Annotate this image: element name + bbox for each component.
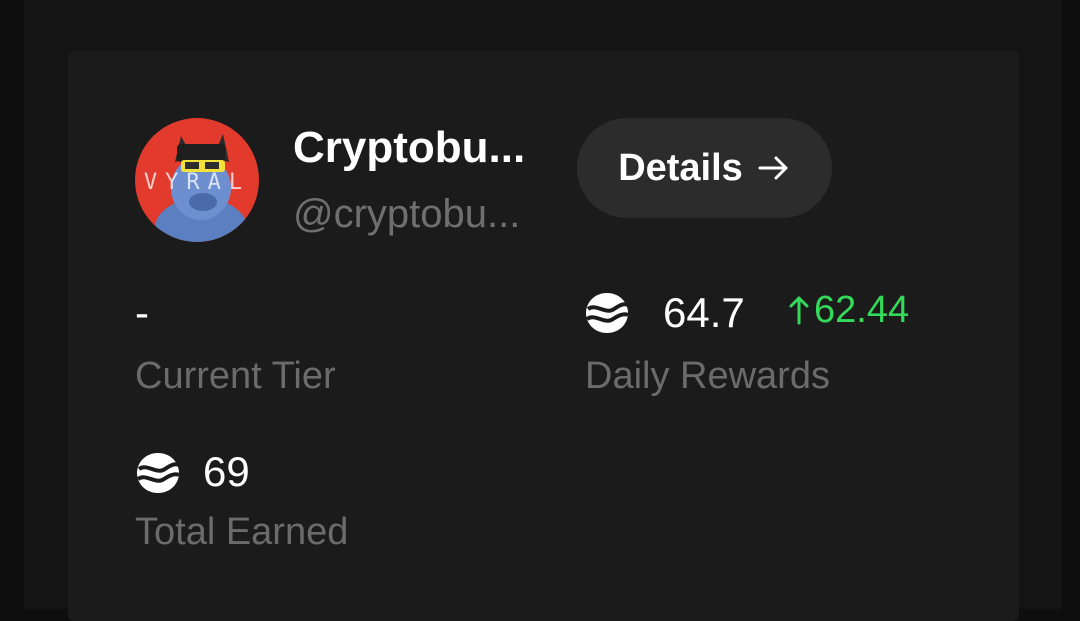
details-button-label: Details	[618, 146, 743, 189]
total-earned-label: Total Earned	[135, 511, 349, 553]
profile-name: Cryptobu...	[293, 123, 526, 172]
daily-rewards-value: 64.7	[663, 289, 745, 336]
daily-rewards-change: 62.44	[788, 286, 909, 334]
arrow-up-icon	[789, 296, 809, 325]
daily-rewards-label: Daily Rewards	[585, 355, 830, 397]
profile-handle: @cryptobu...	[293, 192, 521, 236]
avatar-text: VYRAL	[143, 170, 251, 195]
daily-rewards-change-value: 62.44	[814, 289, 910, 331]
arrow-right-icon	[758, 156, 788, 180]
token-icon	[585, 293, 629, 333]
current-tier-label: Current Tier	[135, 355, 336, 397]
details-button[interactable]: Details	[577, 118, 832, 218]
avatar[interactable]: VYRAL	[135, 118, 259, 242]
total-earned-value: 69	[203, 448, 250, 495]
token-icon	[136, 453, 180, 493]
current-tier-value: -	[135, 289, 149, 336]
